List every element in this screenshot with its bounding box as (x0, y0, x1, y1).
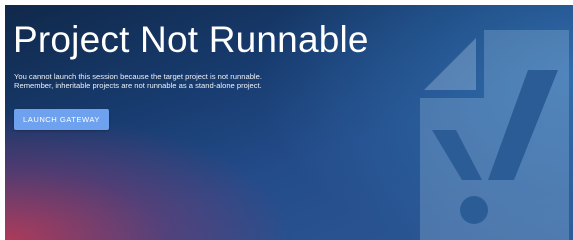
error-message: You cannot launch this session because t… (14, 72, 344, 90)
page-title: Project Not Runnable (13, 19, 369, 60)
error-message-line: You cannot launch this session because t… (14, 72, 262, 81)
document-exclamation-icon (420, 30, 569, 240)
error-message-line: Remember, inheritable projects are not r… (14, 81, 262, 90)
launch-gateway-button[interactable]: LAUNCH GATEWAY (14, 109, 109, 130)
error-panel: Project Not Runnable You cannot launch t… (5, 5, 573, 240)
